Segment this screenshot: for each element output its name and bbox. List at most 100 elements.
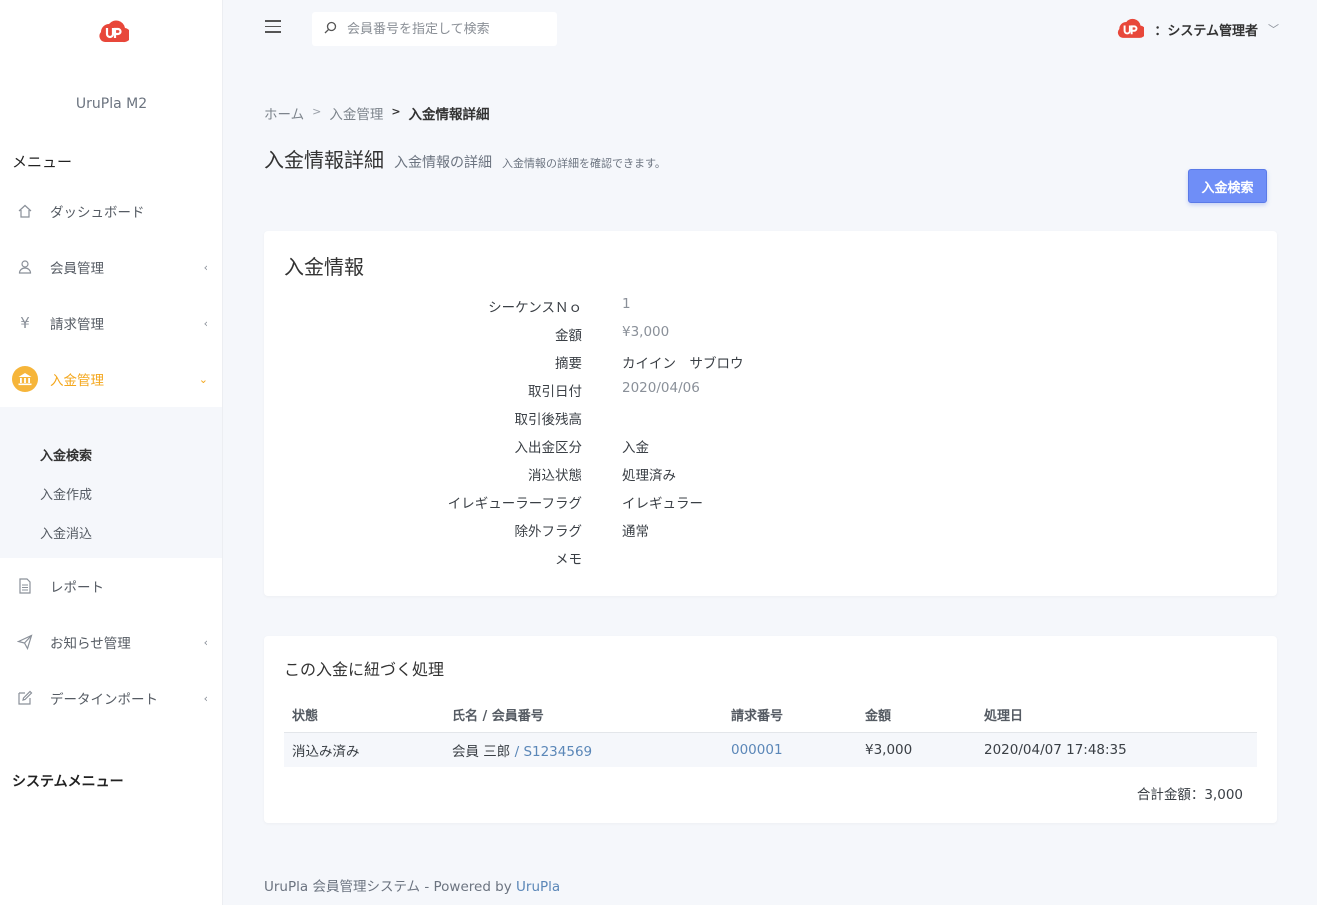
chevron-left-icon: ‹ — [203, 260, 208, 274]
field-row-balance: 取引後残高 — [264, 408, 1277, 430]
field-label: 除外フラグ — [514, 524, 583, 540]
logo-icon[interactable] — [95, 18, 129, 46]
footer-link[interactable]: UruPla — [516, 879, 560, 895]
field-value: カイイン サブロウ — [622, 356, 744, 372]
submenu-item-payment-search[interactable]: 入金検索 — [40, 445, 92, 464]
field-row-transaction-date: 取引日付 2020/04/06 — [264, 380, 1277, 402]
sidebar-item-notices[interactable]: お知らせ管理 ‹ — [0, 622, 222, 662]
payment-info-title: 入金情報 — [284, 255, 364, 279]
table-header-row: 状態 氏名 / 会員番号 請求番号 金額 処理日 — [284, 698, 1257, 733]
page-header: 入金情報詳細 入金情報の詳細 入金情報の詳細を確認できます。 — [264, 144, 666, 173]
member-name: 会員 三郎 — [452, 743, 511, 760]
sidebar-item-label: 会員管理 — [50, 261, 104, 277]
field-row-exclude-flag: 除外フラグ 通常 — [264, 520, 1277, 542]
user-menu[interactable]: ：システム管理者 ﹀ — [1114, 16, 1279, 42]
sidebar-item-report[interactable]: レポート — [0, 566, 222, 606]
field-label: イレギューラーフラグ — [447, 496, 582, 512]
breadcrumb: ホーム > 入金管理 > 入金情報詳細 — [264, 103, 490, 123]
payments-submenu: 入金検索 入金作成 入金消込 — [0, 407, 222, 558]
field-label: メモ — [555, 552, 582, 568]
payment-info-card: 入金情報 シーケンスＮｏ 1 金額 ¥3,000 摘要 カイイン サブロウ 取引… — [264, 231, 1277, 596]
chevron-left-icon: ‹ — [203, 316, 208, 330]
field-row-amount: 金額 ¥3,000 — [264, 324, 1277, 346]
search-box — [312, 12, 557, 46]
chevron-left-icon: ‹ — [203, 635, 208, 649]
field-value: 2020/04/06 — [622, 380, 700, 396]
column-header-date: 処理日 — [976, 698, 1257, 733]
sidebar-item-dashboard[interactable]: ダッシュボード — [0, 191, 222, 231]
field-row-summary: 摘要 カイイン サブロウ — [264, 352, 1277, 374]
paper-plane-icon — [12, 629, 38, 655]
member-search-input[interactable] — [347, 21, 537, 37]
cell-amount: ¥3,000 — [857, 732, 976, 767]
page-title: 入金情報詳細 — [264, 148, 384, 172]
home-icon — [12, 198, 38, 224]
page-subtitle: 入金情報の詳細 — [394, 155, 492, 171]
field-label: 金額 — [555, 328, 582, 344]
field-label: 摘要 — [555, 356, 582, 372]
sidebar-item-label: 入金管理 — [50, 373, 104, 389]
column-header-status: 状態 — [284, 698, 444, 733]
system-menu-title: システムメニュー — [12, 774, 124, 790]
user-name: ：システム管理者 — [1154, 23, 1258, 39]
linked-processing-card: この入金に紐づく処理 状態 氏名 / 会員番号 請求番号 金額 処理日 消込み済… — [264, 636, 1277, 823]
bank-icon — [12, 366, 38, 392]
sidebar-item-members[interactable]: 会員管理 ‹ — [0, 247, 222, 287]
field-label: 入出金区分 — [514, 440, 583, 456]
column-header-amount: 金額 — [857, 698, 976, 733]
brand-name: UruPla M2 — [75, 96, 148, 112]
submenu-item-payment-reconcile[interactable]: 入金消込 — [40, 523, 92, 542]
cell-date: 2020/04/07 17:48:35 — [976, 732, 1257, 767]
field-label: シーケンスＮｏ — [488, 300, 582, 316]
field-value: 処理済み — [622, 468, 676, 484]
sidebar-item-label: レポート — [50, 580, 104, 596]
edit-icon — [12, 685, 38, 711]
breadcrumb-home[interactable]: ホーム — [264, 103, 304, 123]
linked-processing-title: この入金に紐づく処理 — [284, 660, 445, 679]
member-number-link[interactable]: S1234569 — [523, 744, 592, 760]
breadcrumb-current: 入金情報詳細 — [408, 107, 490, 123]
sidebar-item-label: ダッシュボード — [50, 205, 145, 221]
cell-status: 消込み済み — [284, 732, 444, 767]
field-value: 1 — [622, 296, 631, 312]
sidebar: UruPla M2 メニュー ダッシュボード 会員管理 ‹ ¥ 請求管理 ‹ 入… — [0, 0, 223, 905]
chevron-left-icon: ‹ — [203, 691, 208, 705]
user-icon — [12, 254, 38, 280]
cell-invoice: 000001 — [723, 732, 857, 767]
field-row-io-type: 入出金区分 入金 — [264, 436, 1277, 458]
submenu-item-payment-create[interactable]: 入金作成 — [40, 484, 92, 503]
total-amount: 合計金額：3,000 — [1136, 787, 1243, 803]
field-value: 通常 — [622, 524, 649, 540]
footer-text: UruPla 会員管理システム - Powered by — [264, 879, 517, 895]
breadcrumb-separator: > — [391, 105, 401, 118]
column-header-name: 氏名 / 会員番号 — [444, 698, 723, 733]
name-separator: / — [510, 743, 524, 760]
field-label: 取引日付 — [528, 384, 582, 400]
linked-processing-table: 状態 氏名 / 会員番号 請求番号 金額 処理日 消込み済み 会員 三郎 / S… — [284, 698, 1257, 767]
yen-icon: ¥ — [20, 314, 30, 332]
invoice-number-link[interactable]: 000001 — [731, 742, 783, 758]
payment-search-button[interactable]: 入金検索 — [1188, 169, 1267, 203]
page-description: 入金情報の詳細を確認できます。 — [502, 157, 666, 170]
column-header-invoice: 請求番号 — [723, 698, 857, 733]
sidebar-item-billing[interactable]: ¥ 請求管理 ‹ — [0, 303, 222, 343]
field-row-irregular-flag: イレギューラーフラグ イレギュラー — [264, 492, 1277, 514]
menu-title: メニュー — [12, 153, 73, 171]
cell-name: 会員 三郎 / S1234569 — [444, 732, 723, 767]
field-value: イレギュラー — [622, 496, 703, 512]
field-label: 消込状態 — [528, 468, 582, 484]
chevron-down-icon: ﹀ — [1268, 23, 1279, 36]
field-label: 取引後残高 — [514, 412, 583, 428]
sidebar-item-label: データインポート — [50, 692, 158, 708]
breadcrumb-parent[interactable]: 入金管理 — [329, 103, 383, 123]
breadcrumb-separator: > — [312, 105, 322, 118]
sidebar-item-data-import[interactable]: データインポート ‹ — [0, 678, 222, 718]
hamburger-menu-icon[interactable] — [265, 20, 281, 34]
document-icon — [12, 573, 38, 599]
sidebar-item-label: 請求管理 — [50, 317, 104, 333]
sidebar-item-payments[interactable]: 入金管理 ⌄ — [0, 359, 222, 399]
sidebar-item-label: お知らせ管理 — [50, 636, 131, 652]
chevron-down-icon: ⌄ — [198, 372, 208, 386]
field-row-sequence: シーケンスＮｏ 1 — [264, 296, 1277, 318]
field-row-reconcile-status: 消込状態 処理済み — [264, 464, 1277, 486]
